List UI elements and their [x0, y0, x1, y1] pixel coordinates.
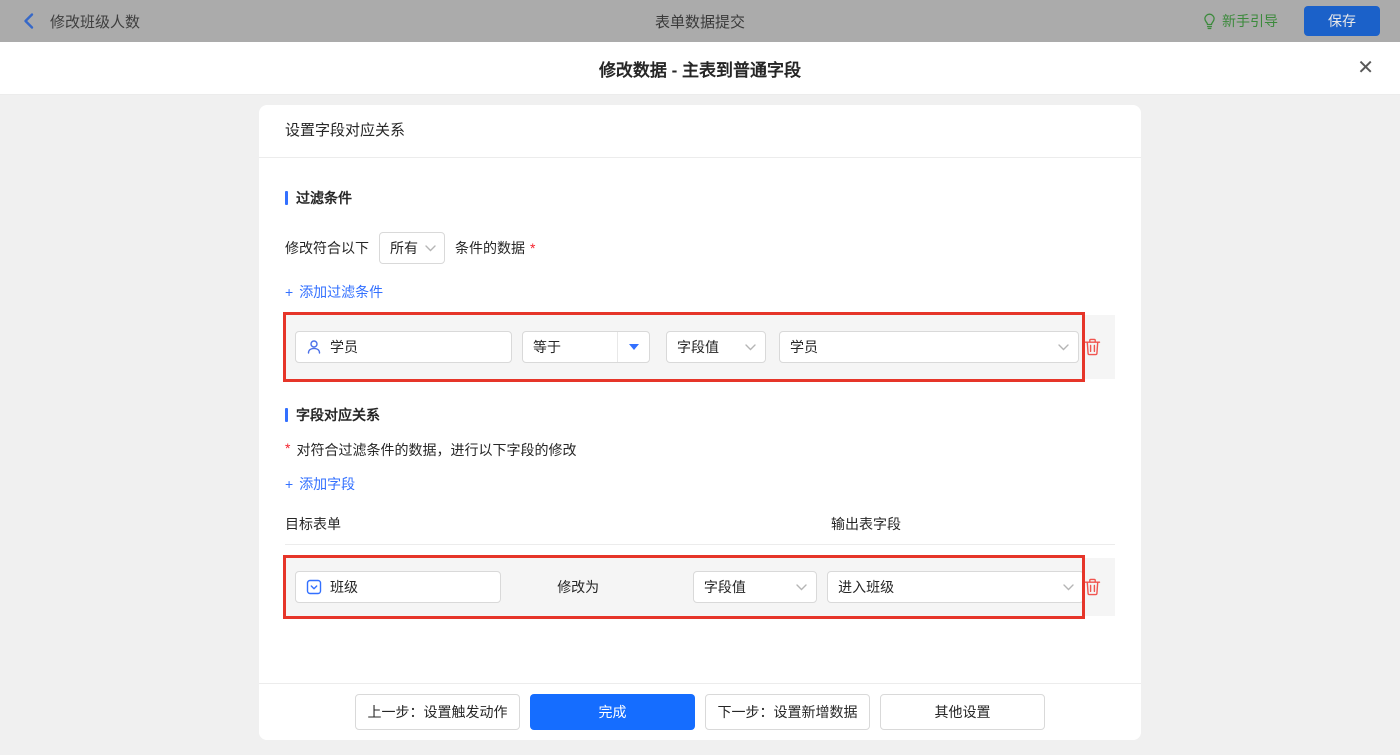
condition-match-value: 所有 — [390, 240, 418, 256]
settings-card: 设置字段对应关系 过滤条件 修改符合以下 所有 条件的数据 * + 添加过滤条件… — [259, 105, 1141, 740]
screen: 修改班级人数 表单数据提交 新手引导 保存 修改数据 - 主表到普通字段 ✕ 设… — [0, 0, 1400, 755]
node-title: 表单数据提交 — [654, 13, 745, 31]
close-icon[interactable]: ✕ — [1357, 55, 1374, 81]
filter-section-title-text: 过滤条件 — [296, 190, 352, 206]
filter-condition-row: 学员 等于 字段值 学员 — [283, 312, 1115, 382]
section-accent-bar — [285, 408, 288, 422]
delete-condition-button[interactable] — [1084, 338, 1101, 356]
mapping-description-text: 对符合过滤条件的数据，进行以下字段的修改 — [296, 442, 577, 458]
add-filter-condition-label: 添加过滤条件 — [299, 284, 384, 300]
chevron-down-icon — [1063, 583, 1074, 591]
workflow-title: 修改班级人数 — [50, 13, 141, 31]
modal-header: 修改数据 - 主表到普通字段 ✕ — [0, 42, 1400, 95]
triangle-down-icon — [628, 344, 639, 350]
condition-prefix: 修改符合以下 — [285, 240, 369, 256]
condition-match-select[interactable]: 所有 — [379, 232, 445, 264]
plus-icon: + — [285, 476, 294, 492]
target-form-column-header: 目标表单 — [285, 516, 341, 532]
modal-body: 设置字段对应关系 过滤条件 修改符合以下 所有 条件的数据 * + 添加过滤条件… — [0, 95, 1400, 755]
section-accent-bar — [285, 191, 288, 205]
add-filter-condition-link[interactable]: + 添加过滤条件 — [285, 282, 383, 302]
mapping-description: * 对符合过滤条件的数据，进行以下字段的修改 — [285, 440, 1115, 460]
modify-to-label: 修改为 — [557, 579, 600, 595]
next-step-button[interactable]: 下一步：设置新增数据 — [705, 694, 870, 730]
member-field-icon — [306, 339, 322, 355]
add-field-label: 添加字段 — [299, 476, 356, 492]
compare-value-select[interactable]: 学员 — [779, 331, 1079, 363]
compare-value: 学员 — [790, 339, 818, 355]
select-field-icon — [306, 579, 322, 595]
filter-field-value: 学员 — [330, 339, 358, 355]
card-footer: 上一步：设置触发动作 完成 下一步：设置新增数据 其他设置 — [259, 683, 1141, 740]
required-asterisk: * — [285, 440, 291, 456]
back-button[interactable] — [20, 12, 38, 30]
plus-icon: + — [285, 284, 294, 300]
lightbulb-icon — [1202, 13, 1217, 30]
save-button[interactable]: 保存 — [1304, 6, 1380, 36]
mapping-section-title: 字段对应关系 — [285, 405, 1115, 425]
output-type-value: 字段值 — [703, 579, 746, 595]
output-type-select[interactable]: 字段值 — [692, 571, 818, 603]
required-asterisk: * — [530, 240, 536, 256]
delete-mapping-button[interactable] — [1084, 578, 1101, 596]
app-topbar: 修改班级人数 表单数据提交 新手引导 保存 — [0, 0, 1400, 42]
done-button[interactable]: 完成 — [530, 694, 695, 730]
target-field-value: 班级 — [330, 579, 358, 595]
other-settings-button[interactable]: 其他设置 — [880, 694, 1045, 730]
output-value-select[interactable]: 进入班级 — [827, 571, 1084, 603]
prev-step-button[interactable]: 上一步：设置触发动作 — [355, 694, 520, 730]
mapping-column-headers: 目标表单 输出表字段 — [285, 514, 1115, 545]
beginner-guide-link[interactable]: 新手引导 — [1202, 11, 1278, 31]
chevron-down-icon — [796, 583, 807, 591]
operator-select[interactable]: 等于 — [522, 331, 650, 363]
value-type-value: 字段值 — [677, 339, 719, 355]
target-field-input[interactable]: 班级 — [295, 571, 502, 603]
condition-sentence: 修改符合以下 所有 条件的数据 * — [285, 232, 1115, 264]
condition-suffix: 条件的数据 — [455, 240, 525, 256]
trash-icon — [1084, 338, 1101, 356]
value-type-select[interactable]: 字段值 — [666, 331, 766, 363]
field-mapping-row: 班级 修改为 字段值 进入班级 — [283, 555, 1115, 619]
operator-value: 等于 — [533, 339, 561, 355]
filter-field-input[interactable]: 学员 — [295, 331, 512, 363]
guide-label: 新手引导 — [1222, 13, 1278, 29]
add-field-link[interactable]: + 添加字段 — [285, 474, 355, 494]
back-chevron-icon — [20, 12, 38, 30]
operator-caret-button[interactable] — [617, 332, 649, 362]
chevron-down-icon — [745, 343, 756, 351]
card-title: 设置字段对应关系 — [259, 105, 1141, 158]
output-field-column-header: 输出表字段 — [831, 516, 901, 532]
filter-section-title: 过滤条件 — [285, 188, 1115, 208]
modal-title: 修改数据 - 主表到普通字段 — [598, 60, 802, 80]
output-value: 进入班级 — [838, 579, 895, 595]
chevron-down-icon — [1058, 343, 1069, 351]
mapping-section-title-text: 字段对应关系 — [296, 407, 380, 423]
trash-icon — [1084, 578, 1101, 596]
chevron-down-icon — [425, 244, 436, 252]
